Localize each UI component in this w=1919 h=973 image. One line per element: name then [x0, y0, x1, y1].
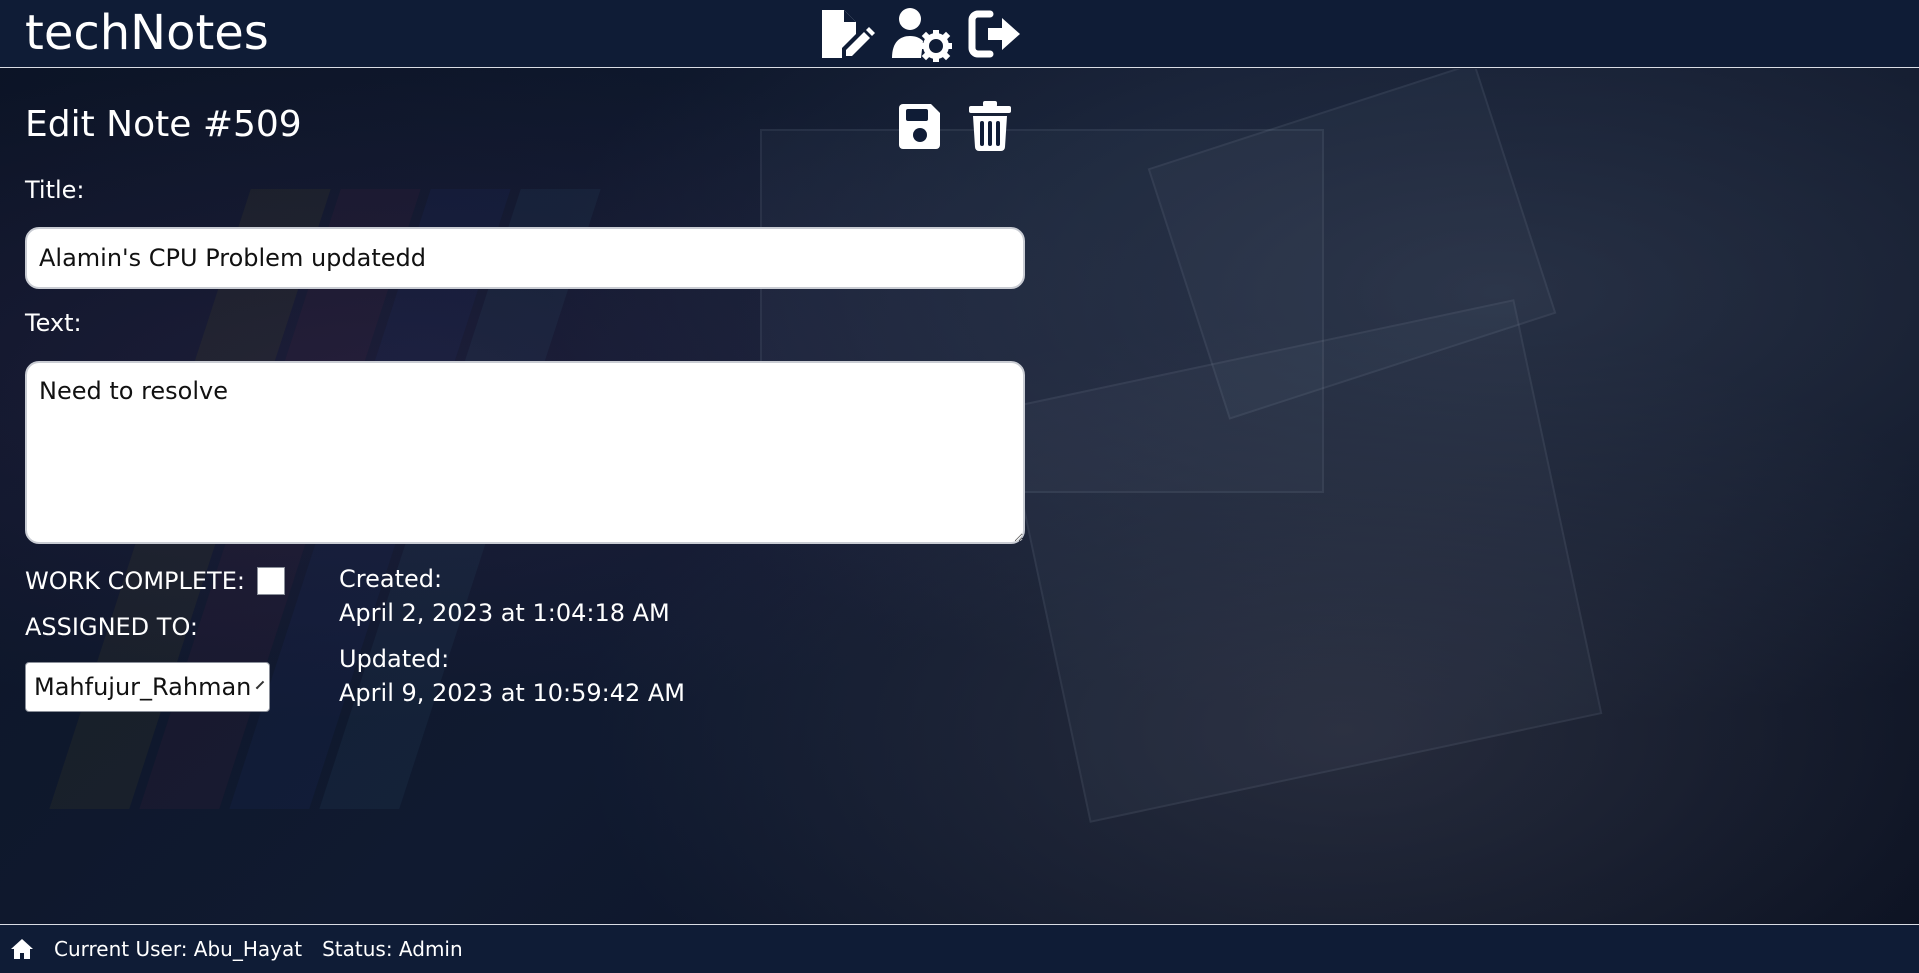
home-icon: [11, 939, 33, 959]
created-block: Created: April 2, 2023 at 1:04:18 AM: [339, 562, 685, 630]
app-header: techNotes: [0, 0, 1919, 68]
text-label: Text:: [25, 309, 82, 337]
updated-value: April 9, 2023 at 10:59:42 AM: [339, 679, 686, 707]
user-settings-button[interactable]: [890, 6, 954, 62]
assigned-to-select[interactable]: Mahfujur_Rahman: [25, 662, 270, 712]
home-button[interactable]: [10, 938, 34, 960]
page-title: Edit Note #509: [25, 104, 302, 145]
new-note-button[interactable]: [818, 6, 876, 62]
save-icon: [899, 104, 940, 149]
title-input[interactable]: [25, 227, 1025, 289]
assigned-to-label: ASSIGNED TO:: [25, 613, 199, 641]
logout-icon: [968, 10, 1020, 58]
assigned-to-value: Mahfujur_Rahman: [34, 673, 252, 701]
current-user-text: Current User: Abu_Hayat: [54, 937, 303, 961]
save-button[interactable]: [897, 99, 943, 153]
work-complete-checkbox[interactable]: [256, 567, 285, 595]
form-title-row: Edit Note #509: [25, 95, 1025, 155]
title-label: Title:: [25, 176, 85, 204]
user-settings-icon: [892, 8, 952, 62]
new-note-icon: [822, 10, 875, 58]
edit-note-form: Edit Note #509 Title: Alamin's CPU Probl…: [25, 95, 1025, 712]
logout-button[interactable]: [968, 6, 1022, 62]
assignment-section: WORK COMPLETE: ASSIGNED TO: Mahfujur_Rah…: [25, 562, 325, 712]
chevron-down-icon: [256, 680, 265, 690]
work-complete-row: WORK COMPLETE:: [25, 562, 325, 600]
text-area[interactable]: Need to resolve: [25, 361, 1025, 544]
status-text: Status: Admin: [322, 937, 463, 961]
updated-label: Updated:: [339, 645, 450, 673]
created-label: Created:: [339, 565, 443, 593]
updated-block: Updated: April 9, 2023 at 10:59:42 AM: [339, 642, 685, 710]
delete-button[interactable]: [967, 99, 1013, 153]
form-actions: [897, 99, 1013, 153]
note-dates: Created: April 2, 2023 at 1:04:18 AM Upd…: [339, 562, 685, 710]
brand-logo-link[interactable]: techNotes: [25, 4, 269, 62]
trash-icon: [969, 101, 1011, 151]
created-value: April 2, 2023 at 1:04:18 AM: [339, 599, 670, 627]
work-complete-label: WORK COMPLETE:: [25, 567, 245, 595]
app-footer: Current User: Abu_Hayat Status: Admin: [0, 924, 1919, 973]
header-nav: [818, 6, 1022, 62]
